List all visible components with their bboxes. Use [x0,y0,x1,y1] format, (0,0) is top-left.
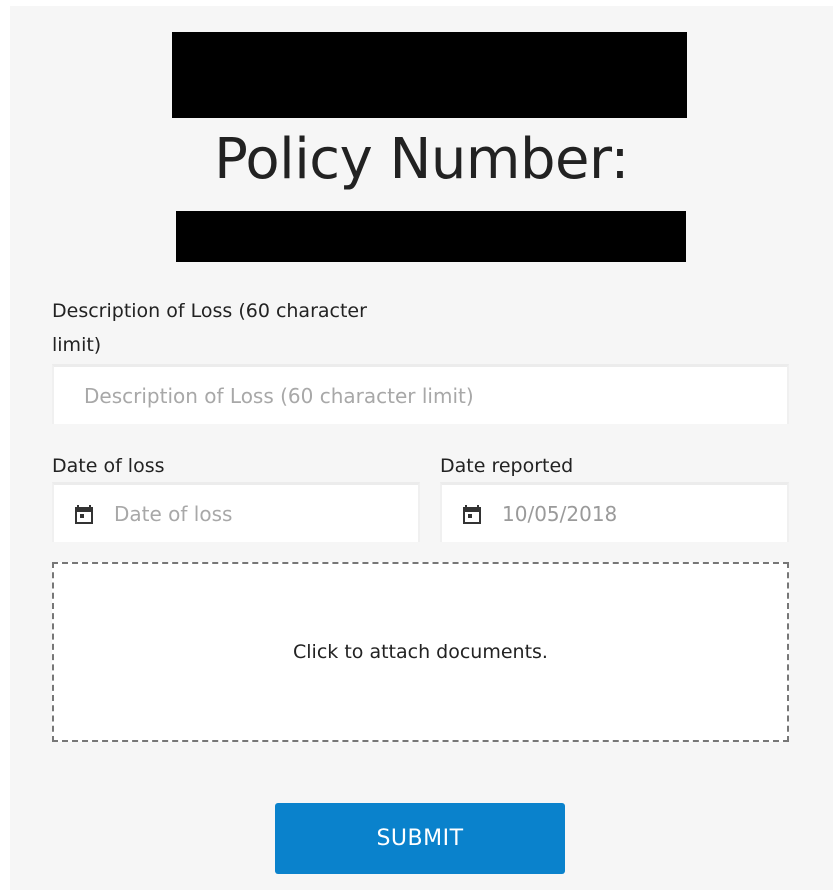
date-reported-input[interactable]: 10/05/2018 [440,482,789,542]
description-input[interactable]: Description of Loss (60 character limit) [52,364,789,424]
submit-button[interactable]: SUBMIT [275,803,565,874]
redacted-block-top [172,32,687,118]
date-reported-label: Date reported [440,455,574,477]
date-of-loss-input[interactable]: Date of loss [52,482,420,542]
redacted-policy-number [176,211,686,262]
date-reported-value: 10/05/2018 [502,501,618,526]
policy-number-title: Policy Number: [214,127,629,192]
calendar-icon[interactable] [462,504,482,524]
claim-form-card: Policy Number: Description of Loss (60 c… [10,6,833,890]
calendar-icon[interactable] [74,504,94,524]
attach-documents-dropzone[interactable]: Click to attach documents. [52,562,789,742]
attach-documents-text: Click to attach documents. [293,641,548,663]
description-label: Description of Loss (60 character limit) [52,300,367,356]
description-placeholder: Description of Loss (60 character limit) [84,383,474,408]
date-of-loss-label: Date of loss [52,455,165,477]
date-of-loss-placeholder: Date of loss [114,501,233,526]
